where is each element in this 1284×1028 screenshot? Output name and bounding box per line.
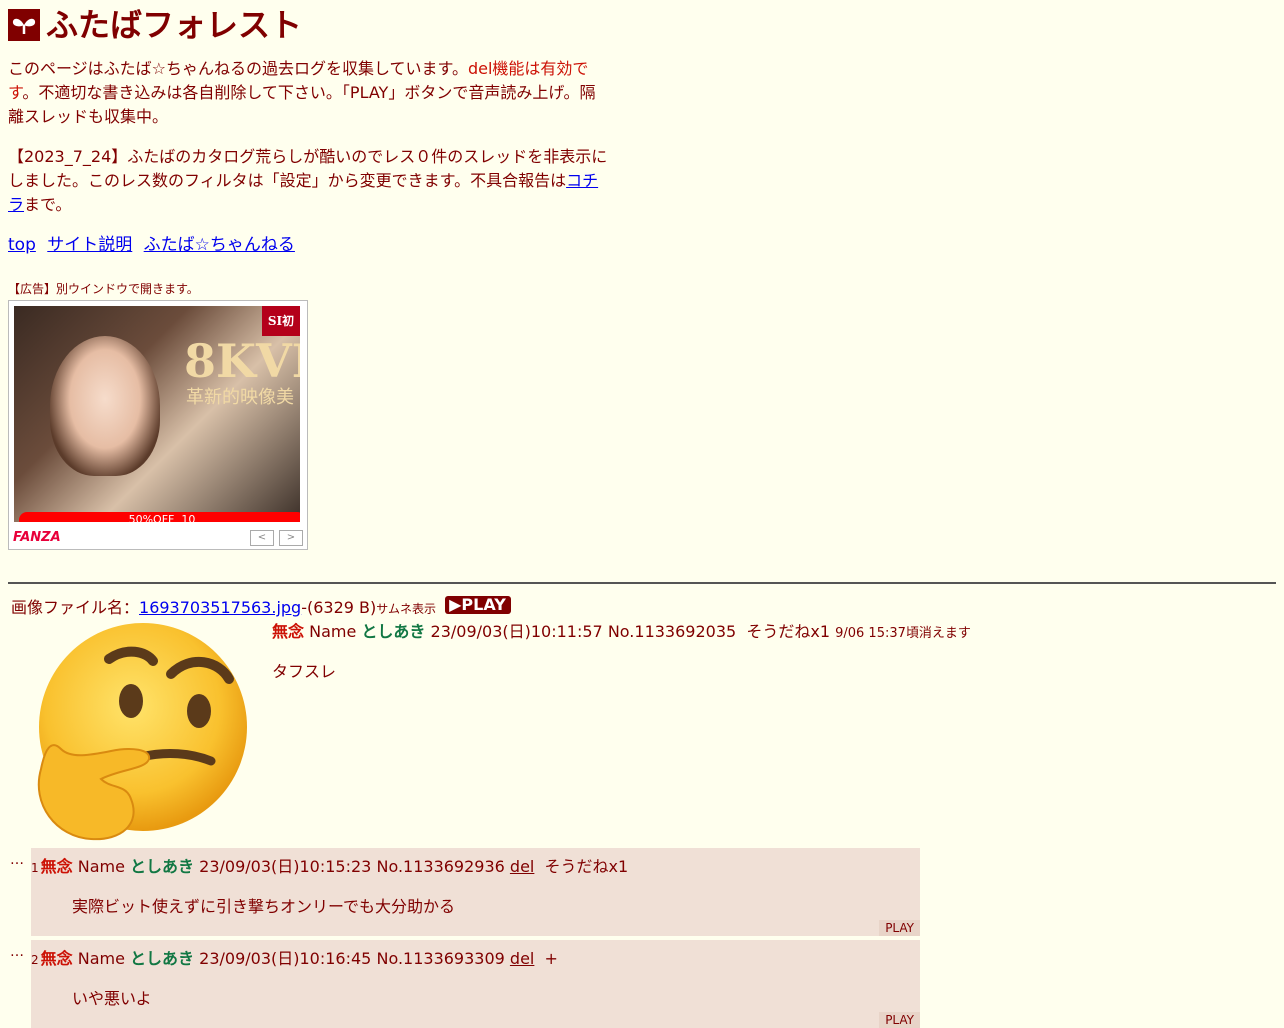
reply-dots: … xyxy=(10,852,24,868)
name-label: Name xyxy=(309,622,357,641)
poster-name: としあき xyxy=(130,857,195,876)
post-datetime: 23/09/03(日)10:16:45 xyxy=(199,949,372,968)
post-datetime: 23/09/03(日)10:11:57 xyxy=(430,622,603,641)
ad-footer: FANZA < > xyxy=(9,527,307,549)
ad-next-button[interactable]: > xyxy=(279,530,303,546)
ad-prev-button[interactable]: < xyxy=(250,530,274,546)
op-body: タフスレ xyxy=(272,662,337,681)
ad-banner[interactable]: 8KVR 革新的映像美 SI初 50%OFF 10 FANZA < > xyxy=(8,300,308,550)
ad-image[interactable]: 8KVR 革新的映像美 SI初 50%OFF 10 xyxy=(14,306,300,522)
thumb-label: サムネ表示 xyxy=(376,602,437,616)
file-info: 画像ファイル名：1693703517563.jpg-(6329 B)サムネ表示 … xyxy=(11,596,511,621)
site-title: ふたばフォレスト xyxy=(46,6,303,44)
ad-discount-bar: 50%OFF 10 xyxy=(19,512,300,522)
post-subject: 無念 xyxy=(40,949,73,968)
fanza-logo: FANZA xyxy=(13,530,61,545)
reply-header: 1 無念 Name としあき 23/09/03(日)10:15:23 No.113… xyxy=(31,855,628,880)
reply-number: 2 xyxy=(31,953,39,967)
ad-discount-suffix: 10 xyxy=(181,513,196,522)
op-header: 無念 Name としあき 23/09/03(日)10:11:57 No.1133… xyxy=(272,620,971,646)
ad-headline: 8KVR xyxy=(184,334,300,388)
post-datetime: 23/09/03(日)10:15:23 xyxy=(199,857,372,876)
post-number[interactable]: No.1133692936 xyxy=(376,857,504,876)
ad-label: 【広告】別ウインドウで開きます。 xyxy=(8,282,199,296)
reply-play-button[interactable]: PLAY xyxy=(879,1012,920,1028)
nav-top-link[interactable]: top xyxy=(8,235,36,255)
ad-subheadline: 革新的映像美 xyxy=(186,387,294,408)
reply-post: 1 無念 Name としあき 23/09/03(日)10:15:23 No.113… xyxy=(31,848,920,936)
play-label: PLAY xyxy=(461,595,506,614)
expire-time: 9/06 15:37頃消えます xyxy=(835,626,971,641)
poster-name: としあき xyxy=(361,622,426,641)
nav-futaba-link[interactable]: ふたば☆ちゃんねる xyxy=(144,235,295,255)
intro-text-rest: 。不適切な書き込みは各自削除して下さい。「PLAY」ボタンで音声読み上げ。隔離ス… xyxy=(8,83,596,126)
post-subject: 無念 xyxy=(272,622,305,641)
reply-number: 1 xyxy=(31,861,39,875)
file-size: -(6329 B) xyxy=(301,598,377,617)
sodane-button[interactable]: そうだねx1 xyxy=(746,622,830,641)
ad-portrait xyxy=(50,336,160,476)
notice-paragraph: 【2023_7_24】ふたばのカタログ荒らしが酷いのでレス０件のスレッドを非表示… xyxy=(8,145,608,217)
reply-body: いや悪いよ xyxy=(72,989,152,1008)
del-link[interactable]: del xyxy=(510,857,534,876)
site-logo[interactable]: ふたばフォレスト xyxy=(8,6,302,44)
thread-separator xyxy=(8,582,1276,584)
nav-about-link[interactable]: サイト説明 xyxy=(47,235,132,255)
nav-links: top サイト説明 ふたば☆ちゃんねる xyxy=(8,233,301,257)
play-button[interactable]: ▶PLAY xyxy=(445,596,511,614)
reply-play-button[interactable]: PLAY xyxy=(879,920,920,936)
reply-header: 2 無念 Name としあき 23/09/03(日)10:16:45 No.113… xyxy=(31,947,558,972)
thread-image[interactable] xyxy=(31,619,251,841)
post-number[interactable]: No.1133693309 xyxy=(376,949,504,968)
reply-dots: … xyxy=(10,944,24,960)
post-number[interactable]: No.1133692035 xyxy=(608,622,736,641)
poster-name: としあき xyxy=(130,949,195,968)
del-link[interactable]: del xyxy=(510,949,534,968)
sodane-button[interactable]: そうだねx1 xyxy=(545,857,629,876)
notice-end: まで。 xyxy=(24,195,72,214)
file-label: 画像ファイル名： xyxy=(11,598,140,617)
intro-section: このページはふたば☆ちゃんねるの過去ログを収集しています。del機能は有効です。… xyxy=(8,57,608,233)
intro-paragraph: このページはふたば☆ちゃんねるの過去ログを収集しています。del機能は有効です。… xyxy=(8,57,608,129)
intro-text: このページはふたば☆ちゃんねるの過去ログを収集しています。 xyxy=(8,59,468,78)
play-icon: ▶ xyxy=(449,595,462,614)
file-link[interactable]: 1693703517563.jpg xyxy=(139,598,301,617)
post-subject: 無念 xyxy=(40,857,73,876)
sodane-button[interactable]: + xyxy=(545,949,558,968)
name-label: Name xyxy=(77,949,125,968)
site-header: ふたばフォレスト xyxy=(8,6,302,44)
sprout-icon xyxy=(8,9,40,41)
ad-badge: SI初 xyxy=(262,306,300,336)
name-label: Name xyxy=(77,857,125,876)
notice-text: 【2023_7_24】ふたばのカタログ荒らしが酷いのでレス０件のスレッドを非表示… xyxy=(8,147,608,190)
reply-body: 実際ビット使えずに引き撃ちオンリーでも大分助かる xyxy=(72,897,456,916)
ad-discount-text: 50%OFF xyxy=(128,513,175,522)
